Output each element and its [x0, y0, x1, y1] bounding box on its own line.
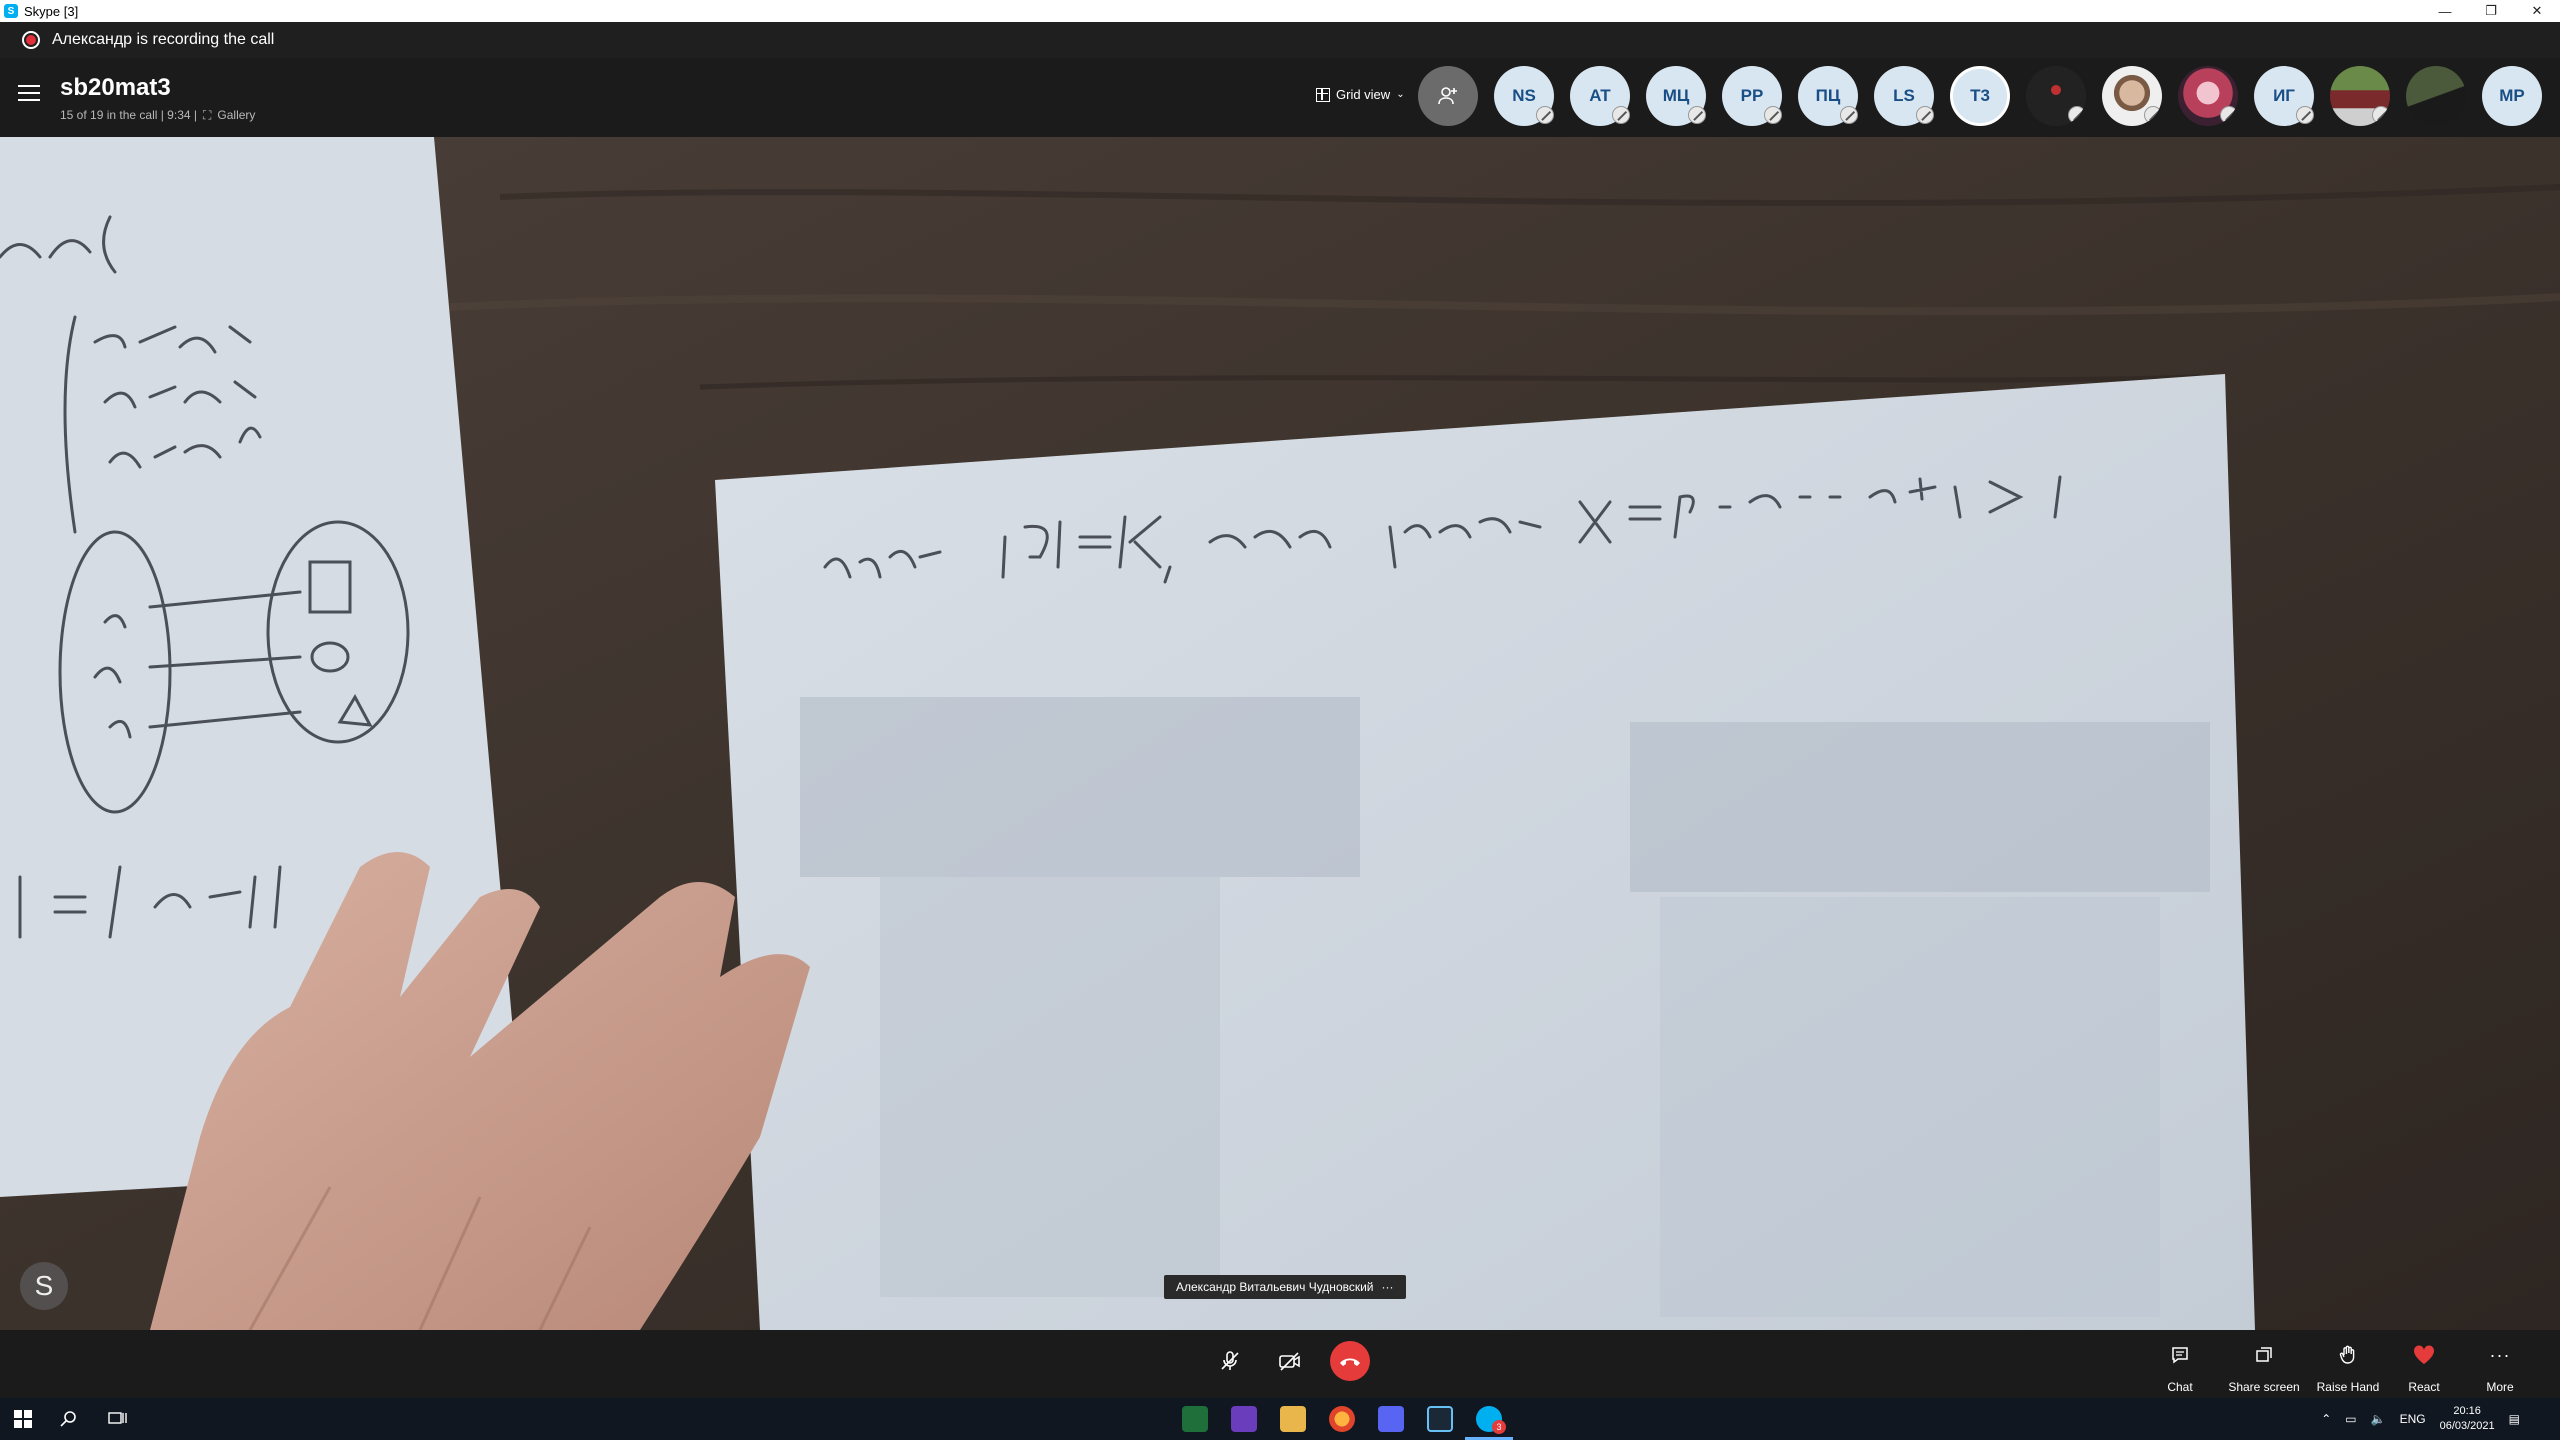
grid-view-button[interactable]: Grid view ⌄ — [1316, 87, 1405, 102]
mic-muted-icon — [1536, 106, 1554, 124]
task-view-icon[interactable] — [108, 1410, 128, 1428]
firefox-app-icon[interactable] — [1329, 1406, 1355, 1432]
clock-date: 06/03/2021 — [2439, 1420, 2495, 1432]
mic-muted-icon — [1916, 106, 1934, 124]
speaker-name: Александр Витальевич Чудновский — [1176, 1280, 1374, 1294]
participant-avatar[interactable]: PP — [1722, 66, 1782, 126]
participant-avatar[interactable]: MP — [2482, 66, 2542, 126]
clock[interactable]: 20:16 06/03/2021 — [2440, 1404, 2495, 1434]
volume-icon[interactable]: 🔈 — [2371, 1412, 2386, 1426]
grid-view-label: Grid view — [1336, 87, 1391, 102]
chevron-up-icon[interactable]: ⌃ — [2321, 1412, 2331, 1426]
participant-avatar[interactable]: ПЦ — [1798, 66, 1858, 126]
chat-label: Chat — [2167, 1380, 2193, 1394]
call-subtitle: 15 of 19 in the call | 9:34 | ⛶ Gallery — [60, 108, 255, 123]
react-button[interactable]: React — [2384, 1344, 2464, 1394]
chevron-down-icon: ⌄ — [1396, 89, 1405, 100]
mic-muted-icon — [1840, 106, 1858, 124]
window-title: Skype [3] — [24, 3, 79, 19]
participant-photo-avatar[interactable] — [2406, 66, 2466, 126]
share-screen-icon — [2256, 1347, 2272, 1362]
mic-off-icon — [1221, 1351, 1239, 1370]
more-label: More — [2486, 1380, 2514, 1394]
visual-studio-app-icon[interactable] — [1231, 1406, 1257, 1432]
hamburger-menu-icon[interactable] — [18, 85, 40, 103]
window-controls: — ❐ ✕ — [2422, 0, 2560, 22]
system-tray: ⌃ ▭ 🔈 ENG 20:16 06/03/2021 ▤ — [2321, 1398, 2520, 1440]
share-screen-label: Share screen — [2228, 1380, 2300, 1394]
skype-icon: S — [4, 4, 18, 18]
mic-muted-icon — [2220, 106, 2238, 124]
windows-start-icon[interactable] — [14, 1410, 32, 1428]
skype-app-icon[interactable]: 3 — [1476, 1406, 1506, 1434]
video-toggle-button[interactable] — [1270, 1341, 1310, 1381]
notifications-icon[interactable]: ▤ — [2509, 1412, 2520, 1426]
video-feed — [0, 137, 2560, 1330]
grid-icon — [1316, 87, 1330, 102]
search-icon[interactable] — [60, 1410, 78, 1428]
clock-time: 20:16 — [2453, 1405, 2481, 1417]
participant-avatar[interactable]: ИГ — [2254, 66, 2314, 126]
participant-avatar[interactable]: LS — [1874, 66, 1934, 126]
raise-hand-button[interactable]: Raise Hand — [2308, 1344, 2388, 1394]
network-icon[interactable]: ▭ — [2345, 1412, 2356, 1426]
mic-muted-icon — [1764, 106, 1782, 124]
discord-app-icon[interactable] — [1378, 1406, 1404, 1432]
more-dots-icon: ··· — [2489, 1344, 2511, 1365]
window-titlebar: S Skype [3] — ❐ ✕ — [0, 0, 2560, 22]
notification-badge: 3 — [1492, 1420, 1506, 1434]
react-label: React — [2408, 1380, 2440, 1394]
add-person-icon — [1438, 87, 1457, 105]
file-explorer-app-icon[interactable] — [1280, 1406, 1306, 1432]
pycharm-app-icon[interactable] — [1182, 1406, 1208, 1432]
participant-photo-avatar[interactable] — [2330, 66, 2390, 126]
recording-banner: Александр is recording the call — [0, 22, 2560, 58]
windows-taskbar: 3 ⌃ ▭ 🔈 ENG 20:16 06/03/2021 ▤ — [0, 1398, 2560, 1440]
call-header: sb20mat3 15 of 19 in the call | 9:34 | ⛶… — [0, 58, 2560, 137]
gallery-icon: ⛶ — [203, 108, 212, 122]
chat-button[interactable]: Chat — [2140, 1344, 2220, 1394]
participant-avatar[interactable]: NS — [1494, 66, 1554, 126]
share-screen-button[interactable]: Share screen — [2224, 1344, 2304, 1394]
participant-photo-avatar[interactable] — [2178, 66, 2238, 126]
more-options-icon[interactable]: ··· — [1382, 1280, 1394, 1294]
language-indicator[interactable]: ENG — [2400, 1412, 2426, 1426]
call-status-text: 15 of 19 in the call | 9:34 | — [60, 108, 197, 122]
phone-hangup-icon — [1340, 1358, 1360, 1366]
raise-hand-label: Raise Hand — [2316, 1380, 2380, 1394]
hang-up-button[interactable] — [1330, 1341, 1370, 1381]
add-participant-button[interactable] — [1418, 66, 1478, 126]
mic-muted-icon — [2068, 106, 2086, 124]
mic-muted-icon — [2296, 106, 2314, 124]
mic-muted-icon — [2372, 106, 2390, 124]
speaker-name-tag[interactable]: Александр Витальевич Чудновский ··· — [1164, 1275, 1406, 1299]
skype-watermark-icon: S — [20, 1262, 68, 1310]
close-button[interactable]: ✕ — [2514, 0, 2560, 22]
participant-photo-avatar[interactable] — [2026, 66, 2086, 126]
mic-muted-icon — [1612, 106, 1630, 124]
participant-avatar[interactable]: МЦ — [1646, 66, 1706, 126]
camera-off-icon — [1279, 1352, 1300, 1371]
participant-avatar[interactable]: AT — [1570, 66, 1630, 126]
call-title: sb20mat3 — [60, 74, 171, 101]
mic-muted-icon — [1688, 106, 1706, 124]
participant-photo-avatar[interactable] — [2102, 66, 2162, 126]
video-frame-image — [0, 137, 2560, 1330]
mute-button[interactable] — [1210, 1341, 1250, 1381]
mic-muted-icon — [2144, 106, 2162, 124]
hand-icon — [2339, 1345, 2355, 1364]
minimize-button[interactable]: — — [2422, 0, 2468, 22]
participant-avatar-active[interactable]: T3 — [1950, 66, 2010, 126]
call-controls-bar: Chat Share screen Raise Hand React ··· M… — [0, 1330, 2560, 1398]
recording-text: Александр is recording the call — [52, 31, 275, 48]
more-button[interactable]: ··· More — [2460, 1344, 2540, 1395]
recording-icon — [22, 31, 40, 49]
chat-icon — [2172, 1347, 2188, 1364]
restore-button[interactable]: ❐ — [2468, 0, 2514, 22]
steam-app-icon[interactable] — [1427, 1406, 1453, 1432]
heart-icon — [2413, 1345, 2435, 1364]
view-mode-label: Gallery — [217, 108, 256, 122]
